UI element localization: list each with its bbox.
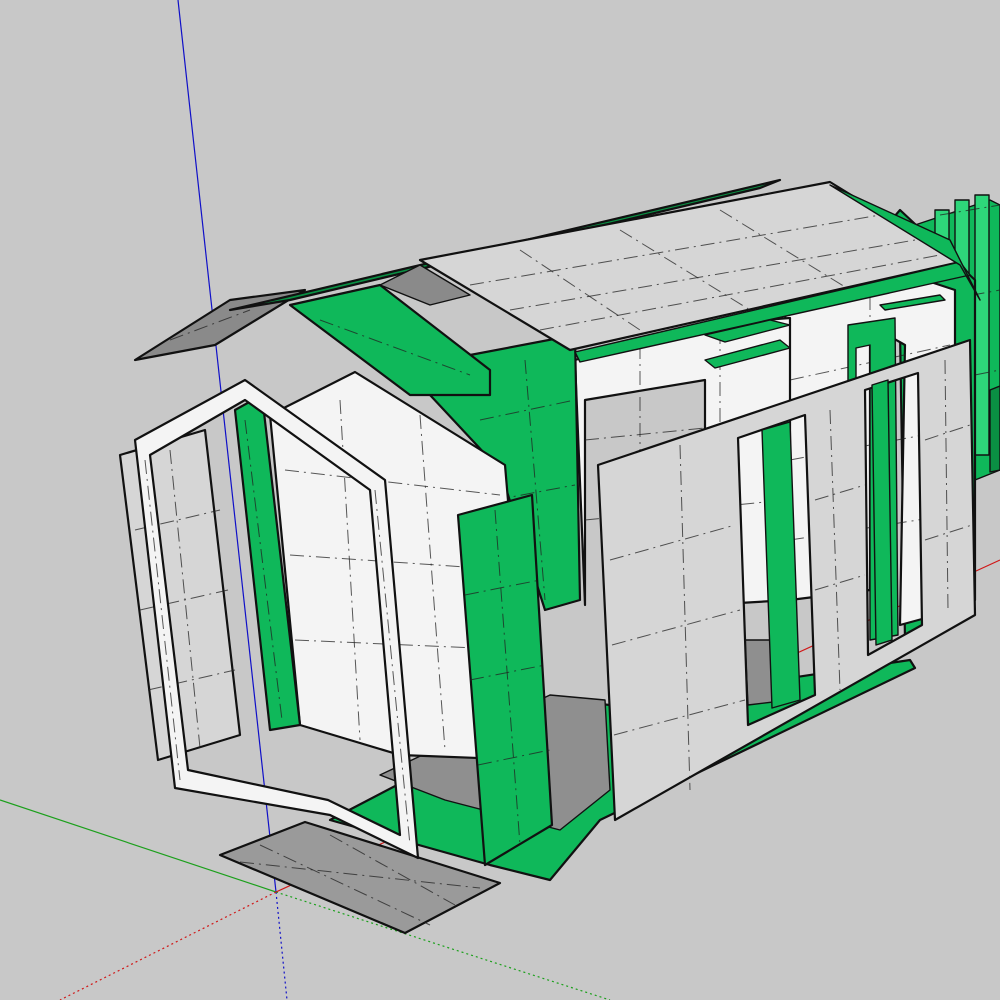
modeling-viewport[interactable] [0, 0, 1000, 1000]
roof-green-middle [288, 283, 492, 397]
green-axis [0, 799, 277, 893]
blue-axis-dotted [275, 891, 288, 1000]
red-axis-dotted [59, 891, 277, 1000]
scene-canvas[interactable] [0, 0, 1000, 1000]
